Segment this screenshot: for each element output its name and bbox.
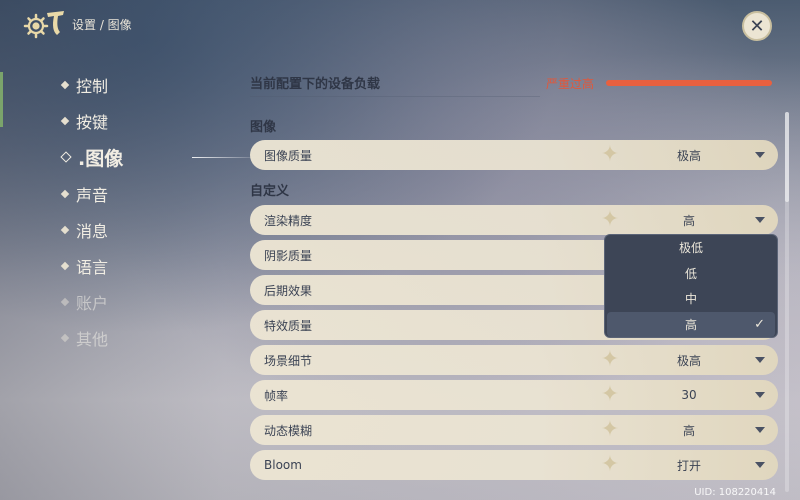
setting-value: 极高 [676,353,701,368]
sidebar-item-messages[interactable]: 消息 [60,212,242,248]
setting-label: 阴影质量 [264,248,313,263]
render-resolution-dropdown: 极低 低 中 高 ✓ [604,234,778,338]
device-load-title: 当前配置下的设备负载 [250,77,381,92]
setting-row-image-quality[interactable]: 图像质量 ✦ 极高 [250,140,778,170]
dropdown-option-low[interactable]: 低 [605,261,777,287]
setting-label: 后期效果 [264,283,313,298]
sidebar-item-label: 其他 [76,330,109,350]
chevron-down-icon [755,392,765,398]
settings-logo-icon [20,6,70,42]
sidebar-edge-indicator [0,72,3,127]
setting-label: Bloom [264,458,302,472]
checkmark-icon: ✓ [754,316,765,332]
setting-label: 场景细节 [264,353,313,368]
setting-value: 打开 [676,458,701,473]
sidebar-item-label: .图像 [78,147,124,170]
sparkle-icon: ✦ [600,207,620,232]
breadcrumb: 设置 / 图像 [72,17,132,32]
sparkle-icon: ✦ [600,452,620,477]
diamond-icon [60,261,70,271]
section-title-image: 图像 [250,120,277,135]
sparkle-icon: ✦ [600,347,620,372]
sidebar-item-account[interactable]: 账户 [60,284,242,320]
diamond-icon [60,225,70,235]
divider [250,96,540,97]
sidebar-item-audio[interactable]: 声音 [60,176,242,212]
setting-value: 高 [682,213,695,228]
diamond-icon [60,80,70,90]
setting-row-render-resolution[interactable]: 渲染精度 ✦ 高 [250,205,778,235]
diamond-icon [60,189,70,198]
setting-row-bloom[interactable]: Bloom ✦ 打开 [250,450,778,480]
sidebar-item-label: 按键 [76,113,109,133]
section-title-custom: 自定义 [250,184,290,199]
sidebar-item-label: 语言 [76,258,109,278]
device-load-bar [606,80,772,86]
sidebar-item-controls[interactable]: 控制 [60,67,242,103]
diamond-icon [60,334,70,343]
setting-label: 渲染精度 [264,213,313,228]
sidebar-item-other[interactable]: 其他 [60,320,242,356]
close-icon: ✕ [749,15,765,37]
sidebar: 控制 按键 .图像 声音 消息 语言 账户 其他 [60,67,262,357]
chevron-down-icon [755,462,765,468]
setting-row-motion-blur[interactable]: 动态模糊 ✦ 高 [250,415,778,445]
sidebar-item-keys[interactable]: 按键 [60,103,242,139]
dropdown-option-high[interactable]: 高 ✓ [607,311,775,337]
sidebar-item-label: 账户 [76,294,109,314]
sparkle-icon: ✦ [600,417,620,442]
chevron-down-icon [755,427,765,433]
setting-value: 极高 [676,148,701,163]
setting-row-scene-detail[interactable]: 场景细节 ✦ 极高 [250,345,778,375]
sparkle-icon: ✦ [600,142,620,167]
setting-label: 特效质量 [264,318,313,333]
setting-row-frame-rate[interactable]: 帧率 ✦ 30 [250,380,778,410]
sparkle-icon: ✦ [600,382,620,407]
diamond-outline-icon [60,151,72,164]
setting-label: 动态模糊 [264,423,313,438]
device-load-status: 严重过高 [546,77,595,91]
sidebar-item-language[interactable]: 语言 [60,248,242,284]
setting-label: 图像质量 [264,148,313,163]
dropdown-option-very-low[interactable]: 极低 [605,235,777,261]
dropdown-option-label: 高 [684,317,697,332]
scrollbar-thumb[interactable] [785,112,789,202]
setting-value: 30 [681,388,697,402]
diamond-icon [60,117,70,126]
user-id: UID: 108220414 [694,487,776,498]
setting-value: 高 [682,423,695,438]
chevron-down-icon [755,217,765,223]
chevron-down-icon [755,152,765,158]
chevron-down-icon [755,357,765,363]
header: 设置 / 图像 [20,6,132,42]
sidebar-item-label: 消息 [76,221,109,241]
sidebar-item-label: 声音 [76,185,109,205]
sidebar-item-graphics[interactable]: .图像 [60,139,262,175]
sidebar-item-label: 控制 [76,77,109,97]
diamond-icon [60,297,70,307]
dropdown-option-medium[interactable]: 中 [605,286,777,312]
close-button[interactable]: ✕ [742,11,772,41]
setting-label: 帧率 [264,388,289,403]
